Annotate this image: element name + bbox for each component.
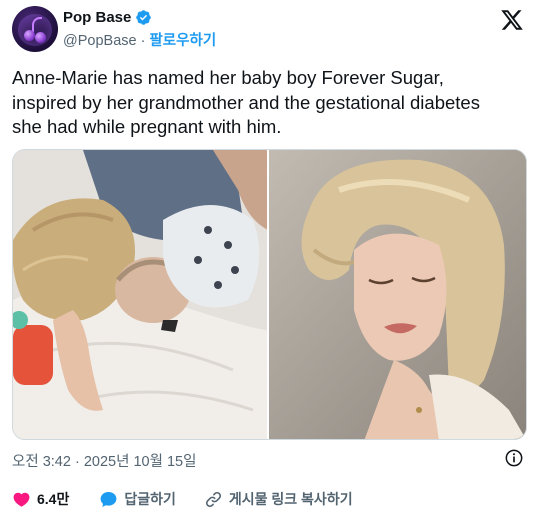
reply-button[interactable]: 답글하기 (99, 489, 176, 509)
display-name[interactable]: Pop Base (63, 9, 131, 26)
x-logo-icon[interactable] (499, 8, 525, 32)
photo-portrait[interactable] (269, 150, 526, 439)
follow-button[interactable]: 팔로우하기 (149, 33, 216, 49)
like-button[interactable]: 6.4만 (12, 489, 69, 509)
info-icon[interactable] (504, 448, 524, 468)
verified-badge-icon (136, 9, 152, 25)
copy-link-button[interactable]: 게시물 링크 복사하기 (204, 489, 353, 509)
author-info: Pop Base @PopBase · 팔로우하기 (63, 6, 216, 52)
timestamp[interactable]: 오전 3:42 · 2025년 10월 15일 (12, 450, 196, 471)
heart-icon (13, 492, 30, 507)
link-icon (205, 491, 221, 507)
photo-mother-and-baby[interactable] (13, 150, 267, 439)
name-row: Pop Base (63, 9, 216, 26)
like-count: 6.4만 (37, 491, 70, 507)
photo-mother-and-baby-image (13, 150, 267, 439)
photo-portrait-image (269, 150, 526, 439)
reply-bubble-icon (100, 491, 117, 507)
handle-row: @PopBase · 팔로우하기 (63, 29, 216, 50)
reply-label: 답글하기 (124, 491, 176, 507)
action-bar: 6.4만 답글하기 게시물 링크 복사하기 (12, 488, 353, 510)
tweet-text: Anne-Marie has named her baby boy Foreve… (12, 67, 480, 137)
tweet-card: Pop Base @PopBase · 팔로우하기 Anne-Marie has… (0, 0, 538, 513)
avatar[interactable] (12, 6, 58, 52)
handle[interactable]: @PopBase (63, 33, 137, 49)
copy-link-label: 게시물 링크 복사하기 (228, 491, 353, 507)
handle-separator: · (136, 32, 150, 49)
tweet-media[interactable] (12, 149, 527, 440)
tweet-header: Pop Base @PopBase · 팔로우하기 (12, 6, 528, 52)
